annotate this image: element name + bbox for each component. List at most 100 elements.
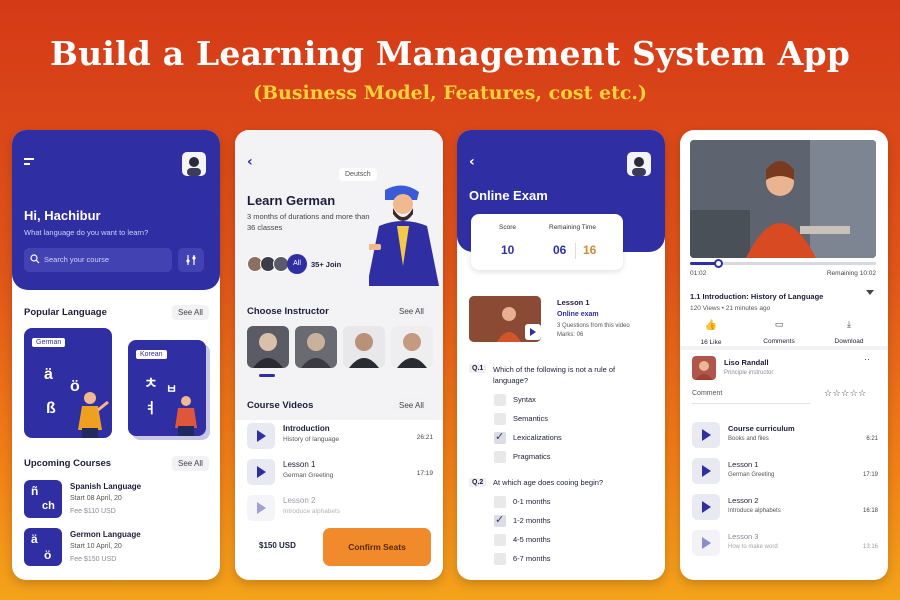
score-value: 10 bbox=[501, 243, 515, 257]
back-icon[interactable]: ‹ bbox=[247, 154, 253, 170]
like-count: 16 Like bbox=[700, 339, 722, 346]
video-duration: 17:19 bbox=[416, 470, 433, 477]
learner-illustration bbox=[78, 392, 109, 438]
phone-home-screen: Hi, Hachibur What language do you want t… bbox=[12, 130, 220, 580]
videos-see-all-button[interactable]: See All bbox=[393, 398, 430, 413]
download-label: Download bbox=[834, 338, 864, 345]
answer-checkbox[interactable] bbox=[494, 534, 506, 546]
answer-checkbox-checked[interactable] bbox=[494, 430, 506, 444]
rating-stars[interactable]: ☆☆☆☆☆ bbox=[824, 389, 867, 399]
upcoming-title: Upcoming Courses bbox=[24, 458, 112, 469]
download-button[interactable]: ⤓ Download bbox=[824, 320, 874, 348]
video-item[interactable]: Lesson 2 Introduce alphabets bbox=[247, 492, 433, 524]
video-progress-track[interactable] bbox=[690, 259, 876, 268]
menu-icon[interactable] bbox=[24, 158, 36, 166]
confirm-seats-button[interactable]: Confirm Seats bbox=[323, 528, 431, 566]
course-thumb: ñ ch bbox=[24, 480, 62, 518]
course-title: Germon Language bbox=[70, 530, 141, 539]
instructor-option[interactable] bbox=[343, 326, 385, 368]
popular-see-all-button[interactable]: See All bbox=[172, 305, 209, 320]
chevron-down-icon[interactable] bbox=[866, 290, 874, 295]
answer-checkbox-checked[interactable] bbox=[494, 513, 506, 527]
language-card-german[interactable]: German ä ö ß bbox=[24, 328, 112, 438]
curriculum-subtitle: Introduce alphabets bbox=[728, 508, 781, 514]
search-placeholder: Search your course bbox=[44, 255, 110, 264]
curriculum-duration: 13:16 bbox=[862, 544, 878, 550]
search-input[interactable]: Search your course bbox=[24, 248, 172, 272]
curriculum-item[interactable]: Lesson 2 Introduce alphabets 16:18 bbox=[692, 492, 878, 522]
curriculum-item[interactable]: Lesson 3 How to make word 13:16 bbox=[692, 528, 878, 558]
instructor-see-all-button[interactable]: See All bbox=[393, 304, 430, 319]
answer-checkbox[interactable] bbox=[494, 451, 506, 463]
phone-video-screen: 01:02 Remaining 10:02 1.1 Introduction: … bbox=[680, 130, 888, 580]
question-text: At which age does cooing begin? bbox=[493, 478, 604, 487]
play-icon bbox=[247, 459, 275, 485]
join-count: 35+ Join bbox=[311, 260, 342, 269]
play-icon bbox=[692, 530, 720, 556]
time-divider bbox=[575, 243, 576, 259]
play-icon bbox=[692, 494, 720, 520]
curriculum-subtitle: Books and files bbox=[728, 436, 769, 442]
answer-checkbox[interactable] bbox=[494, 413, 506, 425]
answer-checkbox[interactable] bbox=[494, 553, 506, 565]
play-icon bbox=[692, 458, 720, 484]
instructor-illustration bbox=[369, 185, 439, 286]
back-icon[interactable]: ‹ bbox=[469, 154, 475, 170]
comments-button[interactable]: ▭ Comments bbox=[754, 320, 804, 348]
filter-button[interactable] bbox=[178, 248, 204, 272]
lesson-marks: Marks: 06 bbox=[557, 332, 584, 338]
curriculum-title: Lesson 1 bbox=[728, 460, 759, 469]
like-button[interactable]: 👍 16 Like bbox=[694, 320, 728, 349]
score-card: Score 10 Remaining Time 06 16 bbox=[471, 214, 623, 270]
curriculum-item[interactable]: Lesson 1 German Greeting 17:19 bbox=[692, 456, 878, 486]
video-item[interactable]: Introduction History of language 26:21 bbox=[247, 420, 433, 452]
card-tag: Korean bbox=[136, 350, 167, 359]
lesson-title: Lesson 1 bbox=[557, 298, 590, 307]
video-progress-handle[interactable] bbox=[713, 259, 723, 268]
instructor-option[interactable] bbox=[391, 326, 433, 368]
course-item-spanish[interactable]: ñ ch Spanish Language Start 08 April, 20… bbox=[24, 480, 208, 520]
phone-course-screen: ‹ Deutsch Learn German 3 months of durat… bbox=[235, 130, 443, 580]
all-avatars-button[interactable]: All bbox=[287, 254, 307, 274]
video-subtitle: Introduce alphabets bbox=[283, 508, 341, 515]
greeting-question: What language do you want to learn? bbox=[24, 228, 149, 237]
instructor-option[interactable] bbox=[295, 326, 337, 368]
curriculum-item[interactable]: Course curriculum Books and files 6:21 bbox=[692, 420, 878, 450]
play-icon bbox=[692, 422, 720, 448]
instructor-avatar[interactable] bbox=[692, 356, 716, 380]
video-item[interactable]: Lesson 1 German Greeting 17:19 bbox=[247, 456, 433, 488]
play-icon bbox=[247, 423, 275, 449]
answer-checkbox[interactable] bbox=[494, 394, 506, 406]
more-icon[interactable]: ·· bbox=[864, 354, 870, 364]
phone-exam-screen: ‹ Online Exam Score 10 Remaining Time 06… bbox=[457, 130, 665, 580]
curriculum-title: Lesson 3 bbox=[728, 532, 759, 541]
subheadline: (Business Model, Features, cost etc.) bbox=[252, 82, 648, 104]
avatar[interactable] bbox=[627, 152, 651, 176]
curriculum-duration: 16:18 bbox=[862, 508, 878, 514]
play-icon bbox=[525, 324, 541, 340]
comment-icon: ▭ bbox=[774, 320, 784, 330]
video-player[interactable] bbox=[690, 140, 876, 258]
video-subtitle: German Greeting bbox=[283, 472, 334, 479]
video-meta: 120 Views • 21 minutes ago bbox=[690, 305, 771, 312]
upcoming-see-all-button[interactable]: See All bbox=[172, 456, 209, 471]
video-title: 1.1 Introduction: History of Language bbox=[690, 292, 824, 301]
video-title: Introduction bbox=[283, 424, 330, 433]
language-card-korean[interactable]: Korean ㅊ ㅂ ㅕ bbox=[128, 340, 206, 436]
course-item-german[interactable]: ä ö Germon Language Start 10 April, 20 F… bbox=[24, 528, 208, 568]
card-tag: German bbox=[32, 338, 66, 347]
comments-label: Comments bbox=[763, 338, 795, 345]
thumbs-up-icon: 👍 bbox=[704, 320, 718, 331]
curriculum-title: Lesson 2 bbox=[728, 496, 759, 505]
answer-label: 6-7 months bbox=[513, 554, 551, 563]
headline: Build a Learning Management System App bbox=[49, 34, 851, 73]
course-fee: Fee $110 USD bbox=[70, 508, 116, 515]
answer-checkbox[interactable] bbox=[494, 496, 506, 508]
comment-input[interactable]: Comment bbox=[692, 386, 810, 404]
avatar[interactable] bbox=[182, 152, 206, 176]
lesson-info: 3 Questions from this video bbox=[557, 323, 630, 329]
greeting: Hi, Hachibur bbox=[24, 208, 101, 223]
lesson-card[interactable]: Lesson 1 Online exam 3 Questions from th… bbox=[469, 296, 655, 342]
course-title: Learn German bbox=[247, 193, 336, 208]
instructor-option[interactable] bbox=[247, 326, 289, 368]
